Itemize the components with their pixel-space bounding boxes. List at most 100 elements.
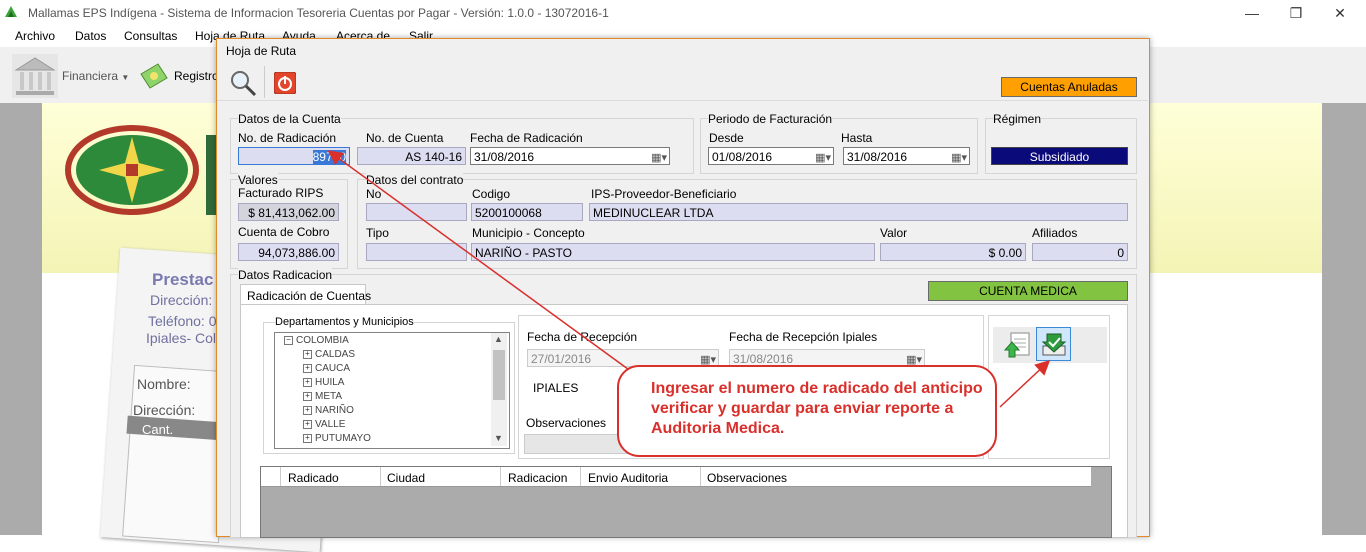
dialog-title: Hoja de Ruta <box>226 44 297 58</box>
tree-item-label: HUILA <box>315 377 345 388</box>
tree-item-label: PUTUMAYO <box>315 433 371 444</box>
desde-value: 01/08/2016 <box>712 150 773 164</box>
registro-button[interactable]: Registro <box>174 69 219 83</box>
datos-cuenta-legend: Datos de la Cuenta <box>238 112 341 126</box>
valor-label: Valor <box>880 226 908 240</box>
report-cant: Cant. <box>142 422 174 437</box>
fecha-recepcion-value: 27/01/2016 <box>531 352 592 366</box>
tree-item-label: VALLE <box>315 419 346 430</box>
contrato-no-field <box>366 203 467 221</box>
tab-radicacion-cuentas[interactable]: Radicación de Cuentas <box>240 284 372 306</box>
tree-item-valle[interactable]: + VALLE <box>303 419 345 430</box>
tree-item-cauca[interactable]: + CAUCA <box>303 363 350 374</box>
restore-button[interactable]: ❐ <box>1276 2 1316 24</box>
periodo-legend: Periodo de Facturación <box>708 112 833 126</box>
toolbar-separator <box>264 66 265 98</box>
tree-item-label: NARIÑO <box>315 405 354 416</box>
grid-col-observaciones[interactable]: Observaciones <box>707 471 787 485</box>
valor-field: $ 0.00 <box>880 243 1026 261</box>
close-button[interactable]: ✕ <box>1320 2 1360 24</box>
chevron-down-icon: ▼ <box>121 73 130 82</box>
report-ipiales: Ipiales- Colo <box>146 330 224 346</box>
grid-col-radicado[interactable]: Radicado <box>288 471 339 485</box>
no-radicacion-input[interactable]: 89740 <box>238 147 350 165</box>
save-button[interactable] <box>1036 327 1071 361</box>
minimize-button[interactable]: — <box>1232 2 1272 24</box>
bank-building-icon <box>12 54 58 98</box>
financiera-label: Financiera <box>62 69 119 83</box>
tree-root-colombia[interactable]: − COLOMBIA <box>284 335 349 346</box>
scroll-up-icon[interactable]: ▲ <box>494 334 503 344</box>
codigo-field: 5200100068 <box>471 203 583 221</box>
calendar-dropdown-icon[interactable]: ▦▾ <box>815 149 831 164</box>
report-telefono: Teléfono: 03 <box>148 313 225 329</box>
hasta-datepicker[interactable]: 31/08/2016 ▦▾ <box>843 147 970 165</box>
municipio-field: NARIÑO - PASTO <box>471 243 875 261</box>
desde-label: Desde <box>709 131 744 145</box>
calendar-dropdown-icon[interactable]: ▦▾ <box>951 149 967 164</box>
ips-field: MEDINUCLEAR LTDA <box>589 203 1128 221</box>
no-cuenta-input[interactable]: AS 140-16 <box>357 147 466 165</box>
instruction-callout: Ingresar el numero de radicado del antic… <box>617 365 997 457</box>
ips-label: IPS-Proveedor-Beneficiario <box>591 187 737 201</box>
cuentas-anuladas-button[interactable]: Cuentas Anuladas <box>1001 77 1137 97</box>
tree-root-label: COLOMBIA <box>296 335 349 346</box>
upload-document-icon[interactable] <box>1003 330 1033 360</box>
ipiales-label: IPIALES <box>533 381 579 395</box>
facturado-field: $ 81,413,062.00 <box>238 203 339 221</box>
window-title: Mallamas EPS Indígena - Sistema de Infor… <box>28 6 609 20</box>
tree-item-label: CAUCA <box>315 363 351 374</box>
scroll-down-icon[interactable]: ▼ <box>494 433 503 443</box>
calendar-dropdown-icon[interactable]: ▦▾ <box>651 149 667 164</box>
power-exit-icon[interactable] <box>274 72 296 94</box>
no-radicacion-label: No. de Radicación <box>238 131 337 145</box>
search-icon[interactable] <box>228 68 258 98</box>
grid-header-row <box>261 467 1091 487</box>
toolbar-divider <box>217 100 1148 101</box>
tree-item-caldas[interactable]: + CALDAS <box>303 349 355 360</box>
regimen-field: Subsidiado <box>991 147 1128 165</box>
radicacion-legend: Datos Radicacion <box>238 268 333 282</box>
cuenta-medica-button[interactable]: CUENTA MEDICA <box>928 281 1128 301</box>
regimen-group <box>985 118 1137 174</box>
desde-datepicker[interactable]: 01/08/2016 ▦▾ <box>708 147 834 165</box>
tree-scroll-thumb[interactable] <box>493 350 505 400</box>
hasta-label: Hasta <box>841 131 873 145</box>
tab-radicacion-label: Radicación de Cuentas <box>247 289 372 303</box>
no-cuenta-label: No. de Cuenta <box>366 131 444 145</box>
fecha-ipiales-value: 31/08/2016 <box>733 352 794 366</box>
contrato-no-label: No <box>366 187 382 201</box>
menu-archivo[interactable]: Archivo <box>15 29 55 43</box>
grid-col-radicacion[interactable]: Radicacion <box>508 471 567 485</box>
datos-cuenta-group <box>230 118 694 174</box>
facturado-label: Facturado RIPS <box>238 186 324 200</box>
grid-col-divider <box>580 467 581 486</box>
grid-col-divider <box>500 467 501 486</box>
tree-item-meta[interactable]: + META <box>303 391 342 402</box>
no-radicacion-value: 89740 <box>312 150 346 164</box>
tipo-label: Tipo <box>366 226 389 240</box>
tree-item-huila[interactable]: + HUILA <box>303 377 344 388</box>
afiliados-field: 0 <box>1032 243 1128 261</box>
financiera-button[interactable]: Financiera ▼ <box>62 69 129 83</box>
tree-item-putumayo[interactable]: + PUTUMAYO <box>303 433 371 444</box>
fecha-recepcion-label: Fecha de Recepción <box>527 330 638 344</box>
menu-consultas[interactable]: Consultas <box>124 29 177 43</box>
grid-col-divider <box>280 467 281 486</box>
report-direccion2: Dirección: <box>133 402 196 418</box>
tipo-field <box>366 243 467 261</box>
grid-col-ciudad[interactable]: Ciudad <box>387 471 425 485</box>
fecha-radicacion-datepicker[interactable]: 31/08/2016 ▦▾ <box>470 147 670 165</box>
tree-item-narino[interactable]: + NARIÑO <box>303 405 354 416</box>
money-bills-icon <box>140 63 168 89</box>
codigo-label: Codigo <box>472 187 511 201</box>
menu-datos[interactable]: Datos <box>75 29 106 43</box>
cuenta-cobro-field: 94,073,886.00 <box>238 243 339 261</box>
regimen-legend: Régimen <box>993 112 1042 126</box>
report-nombre: Nombre: <box>137 376 191 392</box>
municipio-label: Municipio - Concepto <box>472 226 585 240</box>
fecha-radicacion-value: 31/08/2016 <box>474 150 535 164</box>
report-direccion: Dirección: C <box>150 292 227 308</box>
grid-col-envio-auditoria[interactable]: Envio Auditoria <box>588 471 668 485</box>
tree-item-label: META <box>315 391 343 402</box>
